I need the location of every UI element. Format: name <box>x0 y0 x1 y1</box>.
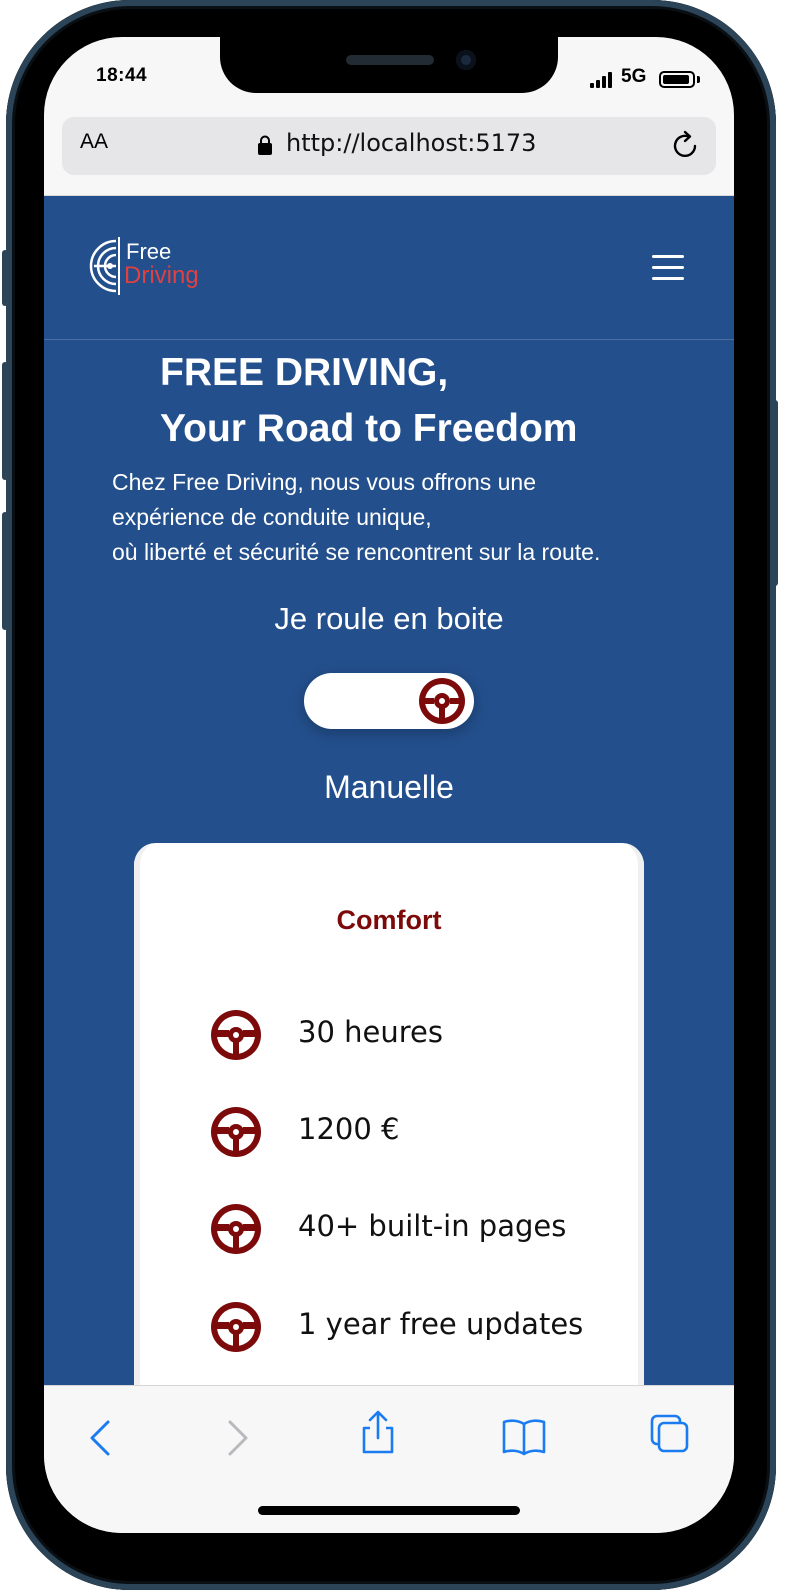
hero-text-line1: Chez Free Driving, nous vous offrons une <box>112 469 537 495</box>
feature-label: 1200 € <box>298 1112 400 1146</box>
transmission-selected: Manuelle <box>324 769 454 805</box>
back-icon[interactable] <box>80 1416 124 1460</box>
url-text[interactable]: http://localhost:5173 <box>286 129 536 157</box>
transmission-prompt: Je roule en boite <box>274 601 504 636</box>
battery-icon <box>659 71 695 88</box>
divider <box>44 195 734 196</box>
bookmarks-icon[interactable] <box>502 1414 546 1458</box>
steering-wheel-icon[interactable] <box>416 675 468 727</box>
network-type: 5G <box>621 66 647 87</box>
web-content: Free Driving FREE DRIVING, Your Road to … <box>44 195 734 1385</box>
nav-divider <box>44 339 734 340</box>
battery-cap <box>697 76 700 83</box>
power-button <box>772 400 778 586</box>
lock-icon <box>258 135 272 155</box>
logo-text-driving: Driving <box>124 262 199 289</box>
steering-wheel-icon <box>211 1302 261 1352</box>
steering-wheel-icon <box>211 1010 261 1060</box>
hero-text-line2: expérience de conduite unique, <box>112 504 432 530</box>
volume-up-button <box>2 362 8 480</box>
share-icon[interactable] <box>356 1410 400 1454</box>
silent-switch <box>2 250 8 306</box>
forward-icon[interactable] <box>214 1416 258 1460</box>
logo-icon <box>89 239 117 293</box>
steering-wheel-icon <box>211 1107 261 1157</box>
steering-wheel-icon <box>211 1204 261 1254</box>
logo-separator <box>118 237 120 295</box>
phone-screen: 18:44 5G AA http://localhost:5173 Free D… <box>44 37 734 1533</box>
plan-name: Comfort <box>336 905 442 935</box>
hero-text: Chez Free Driving, nous vous offrons une… <box>112 465 712 570</box>
text-size-button[interactable]: AA <box>80 130 108 154</box>
tabs-icon[interactable] <box>648 1412 692 1456</box>
hero-title-line2: Your Road to Freedom <box>160 407 578 450</box>
home-indicator <box>258 1506 520 1515</box>
speaker <box>346 55 434 65</box>
hero-title: FREE DRIVING, Your Road to Freedom <box>160 345 720 457</box>
hero-title-line1: FREE DRIVING, <box>160 351 449 394</box>
signal-icon <box>590 72 612 88</box>
notch <box>220 37 558 93</box>
feature-label: 1 year free updates <box>298 1307 584 1341</box>
battery-level <box>663 75 689 84</box>
volume-down-button <box>2 512 8 630</box>
feature-label: 30 heures <box>298 1015 443 1049</box>
menu-icon[interactable] <box>652 255 686 281</box>
reload-icon[interactable] <box>670 129 702 161</box>
hero-text-line3: où liberté et sécurité se rencontrent su… <box>112 539 601 565</box>
feature-label: 40+ built-in pages <box>298 1209 567 1243</box>
front-camera <box>456 50 476 70</box>
status-time: 18:44 <box>96 65 148 86</box>
